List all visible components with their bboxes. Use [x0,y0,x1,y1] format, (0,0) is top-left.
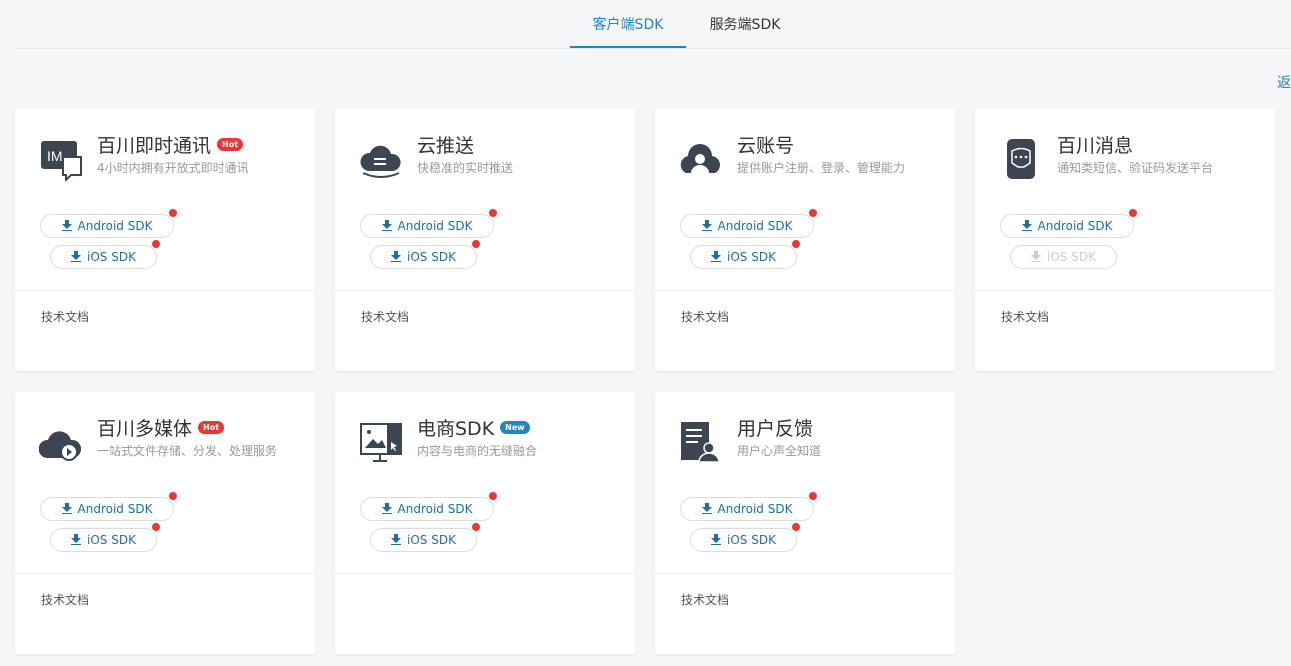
card-ecommerce-sdk: 电商SDK New 内容与电商的无缝融合 Android SDK iOS SDK [335,392,635,654]
tab-client-sdk[interactable]: 客户端SDK [570,0,686,48]
download-icon [391,534,402,545]
back-link[interactable]: 返回 [1277,72,1291,92]
ios-sdk-button[interactable]: iOS SDK [50,240,160,269]
tech-doc-link[interactable]: 技术文档 [681,308,729,325]
card-title: 云账号 [737,135,795,157]
cloud-media-icon [39,431,81,461]
card-multimedia: 百川多媒体 Hot 一站式文件存储、分发、处理服务 Android SDK iO… [15,392,315,654]
svg-text:IM: IM [47,148,63,164]
download-icon [71,251,82,262]
new-badge: New [500,421,530,434]
download-icon [701,503,712,514]
tech-doc-link[interactable]: 技术文档 [41,308,89,325]
card-divider [15,290,315,291]
download-icon [61,503,72,514]
card-title: 百川多媒体 Hot [97,414,225,441]
card-im: IM 百川即时通讯 Hot 4小时内拥有开放式即时通讯 Android SDK … [15,109,315,371]
notification-dot [809,492,817,500]
card-desc: 内容与电商的无缝融合 [417,444,538,458]
notification-dot [472,523,480,531]
android-sdk-button[interactable]: Android SDK [40,492,177,521]
card-title: 百川消息 [1057,135,1134,157]
card-divider [975,290,1275,291]
hot-badge: Hot [217,138,244,151]
ios-sdk-button[interactable]: iOS SDK [690,240,800,269]
notification-dot [1129,209,1137,217]
card-user-feedback: 用户反馈 用户心声全知道 Android SDK iOS SDK 技术文档 [655,392,955,654]
download-icon [61,220,72,231]
notification-dot [169,492,177,500]
card-desc: 快稳准的实时推送 [417,161,514,175]
card-title: 用户反馈 [737,418,814,440]
card-divider [335,290,635,291]
notification-dot [169,209,177,217]
card-cloud-account: 云账号 提供账户注册、登录、管理能力 Android SDK iOS SDK 技… [655,109,955,371]
download-icon [381,503,392,514]
tab-server-sdk[interactable]: 服务端SDK [695,0,795,48]
android-sdk-button[interactable]: Android SDK [40,209,177,238]
card-title: 云推送 [417,135,475,157]
android-sdk-button[interactable]: Android SDK [680,492,817,521]
download-icon [71,534,82,545]
notification-dot [792,240,800,248]
card-cloud-push: 云推送 快稳准的实时推送 Android SDK iOS SDK 技术文档 [335,109,635,371]
download-icon [1021,220,1032,231]
feedback-user-icon [681,422,720,463]
android-sdk-button[interactable]: Android SDK [360,492,497,521]
cloud-push-icon [360,145,401,178]
download-icon [381,220,392,231]
notification-dot [792,523,800,531]
card-desc: 通知类短信、验证码发送平台 [1057,161,1214,175]
download-icon [711,534,722,545]
card-divider [655,573,955,574]
tech-doc-link[interactable]: 技术文档 [681,591,729,608]
cloud-account-icon [680,144,720,173]
notification-dot [489,209,497,217]
notification-dot [152,523,160,531]
android-sdk-button[interactable]: Android SDK [680,209,817,238]
notification-dot [809,209,817,217]
download-icon [1031,251,1042,262]
tech-doc-link[interactable]: 技术文档 [361,308,409,325]
phone-message-icon [1007,139,1035,179]
ios-sdk-button[interactable]: iOS SDK [50,523,160,552]
ios-sdk-button[interactable]: iOS SDK [690,523,800,552]
notification-dot [152,240,160,248]
tech-doc-link[interactable]: 技术文档 [1001,308,1049,325]
hot-badge: Hot [198,421,225,434]
card-desc: 用户心声全知道 [737,444,822,458]
card-desc: 4小时内拥有开放式即时通讯 [97,161,249,175]
ios-sdk-button[interactable]: iOS SDK [370,240,480,269]
download-icon [701,220,712,231]
card-title: 百川即时通讯 Hot [97,131,244,158]
card-divider [335,573,635,574]
card-baichuan-message: 百川消息 通知类短信、验证码发送平台 Android SDK iOS SDK 技… [975,109,1275,371]
android-sdk-button[interactable]: Android SDK [1000,209,1137,238]
ecommerce-screen-icon [360,423,402,462]
android-sdk-button[interactable]: Android SDK [360,209,497,238]
ios-sdk-button-disabled: iOS SDK [1010,245,1117,269]
im-chat-icon: IM [41,141,82,181]
download-icon [391,251,402,262]
card-title: 电商SDK New [417,414,530,441]
card-divider [655,290,955,291]
notification-dot [472,240,480,248]
card-desc: 提供账户注册、登录、管理能力 [737,161,906,175]
card-desc: 一站式文件存储、分发、处理服务 [97,444,278,458]
card-divider [15,573,315,574]
tech-doc-link[interactable]: 技术文档 [41,591,89,608]
download-icon [711,251,722,262]
ios-sdk-button[interactable]: iOS SDK [370,523,480,552]
sdk-tabs: 客户端SDK 服务端SDK [15,0,1291,49]
notification-dot [489,492,497,500]
